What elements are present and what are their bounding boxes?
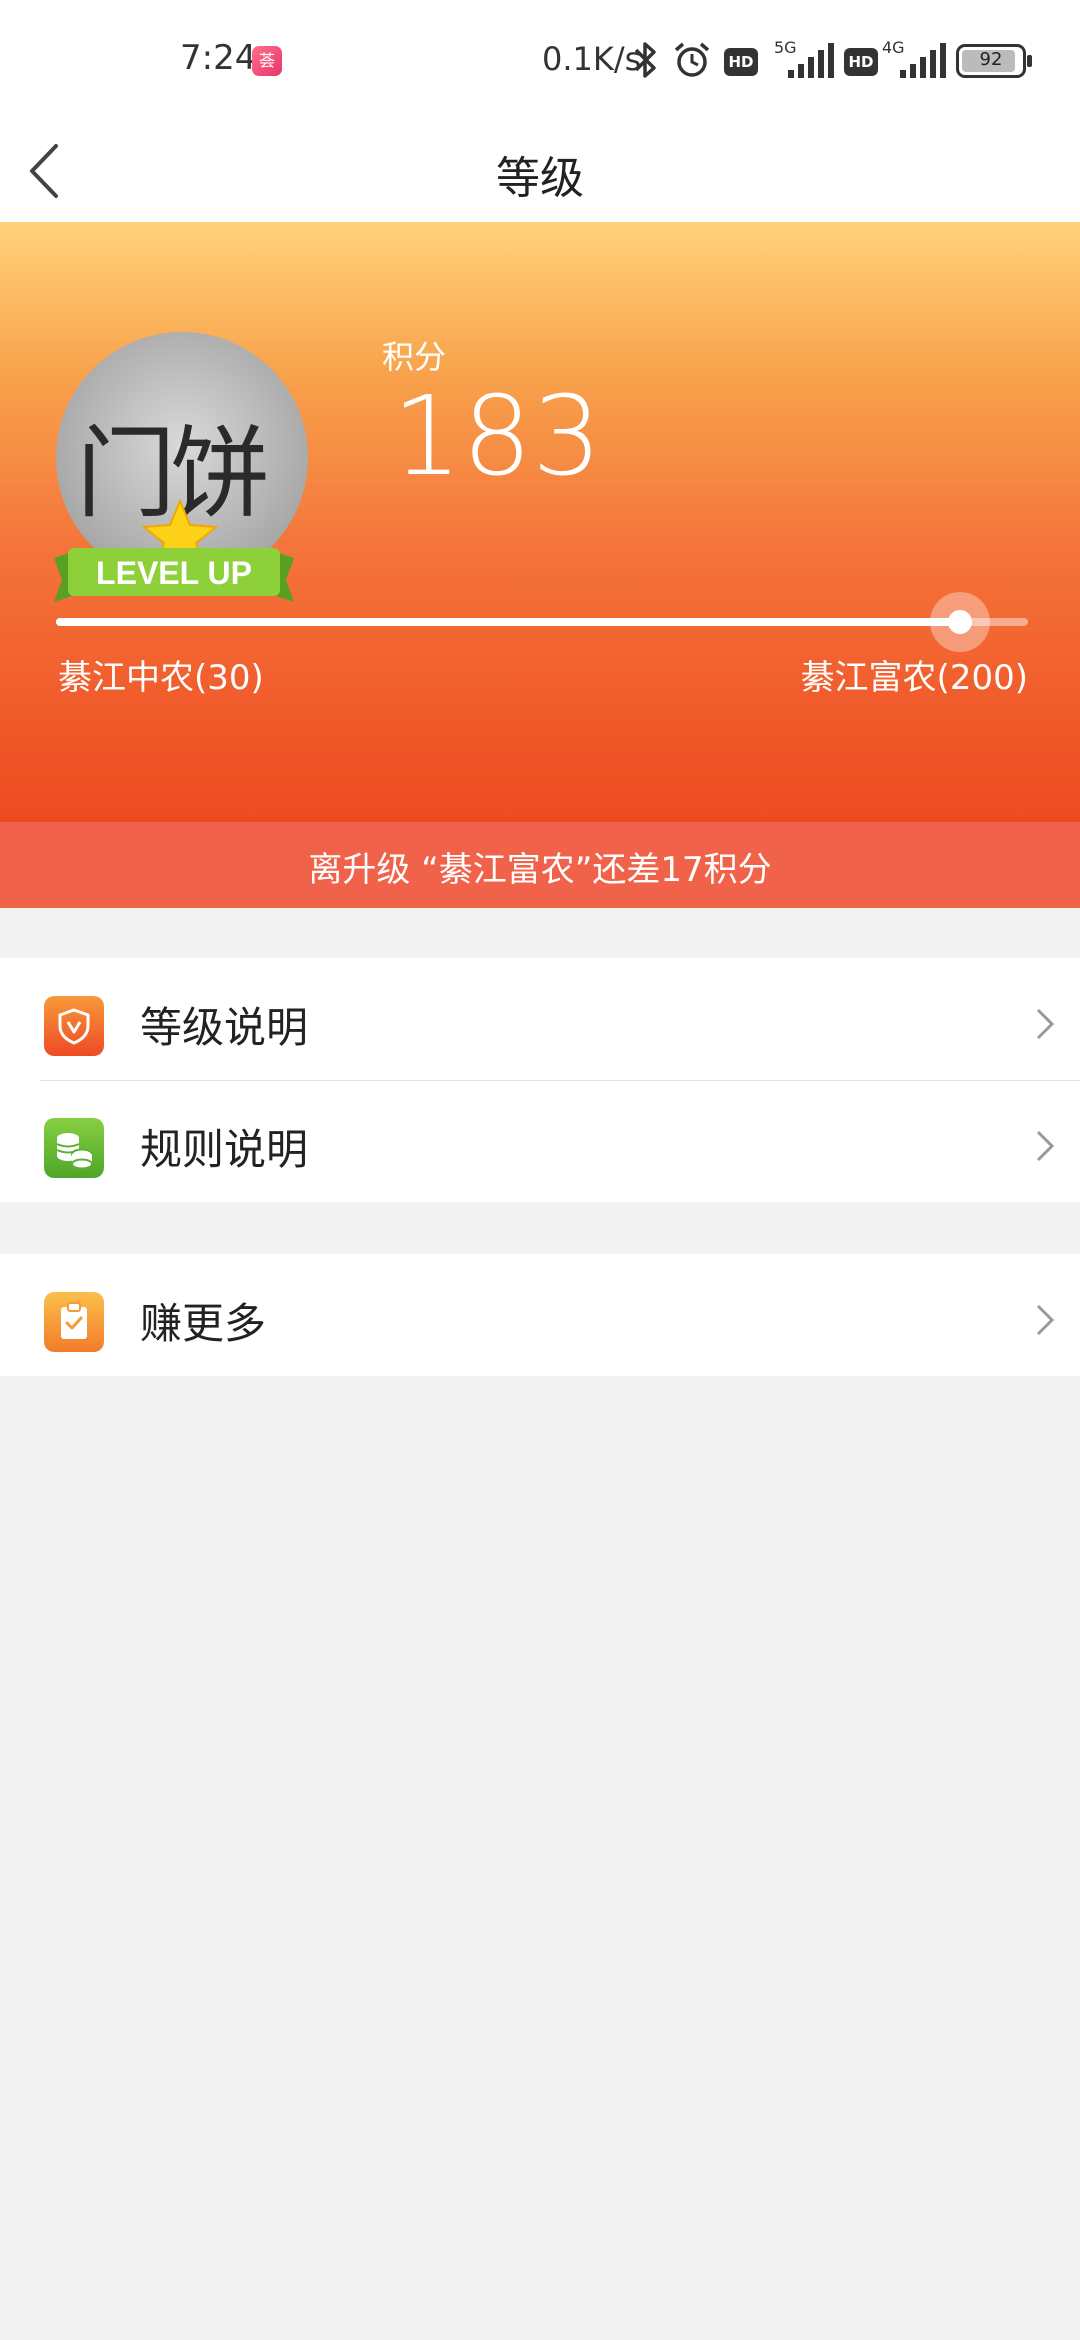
menu-item-label: 赚更多 xyxy=(140,1299,267,1348)
level-progress-bar xyxy=(56,592,1028,652)
bluetooth-icon xyxy=(634,42,656,78)
chevron-right-icon xyxy=(1036,1304,1055,1336)
battery-icon: 92 xyxy=(956,44,1032,78)
nav-bar: 等级 xyxy=(0,120,1080,222)
upgrade-hint: 离升级 “綦江富农”还差17积分 xyxy=(308,850,772,890)
chevron-right-icon xyxy=(1036,1130,1055,1162)
status-bar: 7:24 荟 0.1K/s HD 5G HD 4G 92 xyxy=(0,0,1080,120)
battery-percent: 92 xyxy=(979,49,1003,70)
signal-icon xyxy=(900,43,946,78)
status-time: 7:24 xyxy=(180,38,257,78)
menu-group-info: 等级说明 规则说明 xyxy=(0,958,1080,1202)
menu-item-label: 等级说明 xyxy=(140,1003,309,1052)
menu-item-earn-more[interactable]: 赚更多 xyxy=(0,1254,1080,1376)
network-speed: 0.1K/s xyxy=(542,40,642,78)
hd-badge: HD xyxy=(844,48,878,76)
coins-icon xyxy=(44,1118,104,1178)
current-level-label: 綦江中农(30) xyxy=(58,658,264,698)
progress-fill xyxy=(56,618,960,626)
level-up-text: LEVEL UP xyxy=(96,555,252,591)
next-level-label: 綦江富农(200) xyxy=(800,658,1028,698)
chevron-right-icon xyxy=(1036,1008,1055,1040)
menu-item-rule-description[interactable]: 规则说明 xyxy=(0,1080,1080,1202)
clipboard-check-icon xyxy=(44,1292,104,1352)
menu-group-earn: 赚更多 xyxy=(0,1254,1080,1376)
hd-badge: HD xyxy=(724,48,758,76)
menu-item-label: 规则说明 xyxy=(140,1125,309,1174)
alarm-icon xyxy=(674,42,710,77)
level-hero: 门饼 LEVEL UP 积分 183 綦江中农(30) 綦江富农(200) xyxy=(0,222,1080,822)
signal-icon xyxy=(788,43,834,78)
progress-knob xyxy=(929,592,990,652)
page-title: 等级 xyxy=(496,153,584,204)
score-value: 183 xyxy=(392,372,602,500)
menu-item-level-description[interactable]: 等级说明 xyxy=(0,958,1080,1080)
shield-icon xyxy=(44,996,104,1056)
upgrade-banner: 离升级 “綦江富农”还差17积分 xyxy=(0,822,1080,908)
level-up-badge: LEVEL UP xyxy=(54,548,294,602)
app-notification-icon: 荟 xyxy=(252,46,282,76)
